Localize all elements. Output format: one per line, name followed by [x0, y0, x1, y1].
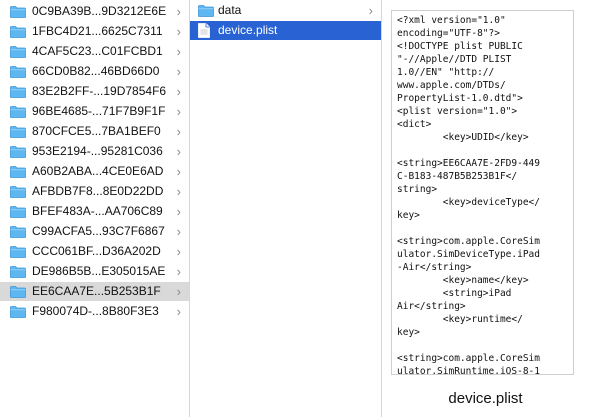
chevron-right-icon: ›	[176, 44, 181, 59]
folder-item-data[interactable]: data ›	[190, 1, 381, 20]
device-folder-item[interactable]: AFBDB7F8...8E0D22DD ›	[0, 182, 189, 201]
device-folder-item[interactable]: 0C9BA39B...9D3212E6E ›	[0, 2, 189, 21]
device-folder-label: C99ACFA5...93C7F6867	[32, 224, 165, 238]
document-icon	[198, 23, 210, 38]
folder-icon	[198, 4, 214, 17]
chevron-right-icon: ›	[176, 144, 181, 159]
folder-icon	[10, 245, 26, 258]
chevron-right-icon: ›	[176, 204, 181, 219]
item-label: data	[218, 3, 242, 17]
chevron-right-icon: ›	[176, 184, 181, 199]
chevron-right-icon: ›	[176, 4, 181, 19]
device-folders-column[interactable]: 0C9BA39B...9D3212E6E › 1FBC4D21...6625C731…	[0, 0, 190, 417]
folder-icon	[10, 205, 26, 218]
device-folder-item[interactable]: EE6CAA7E...5B253B1F ›	[0, 282, 189, 301]
folder-icon	[10, 105, 26, 118]
folder-icon	[10, 265, 26, 278]
device-folder-item[interactable]: C99ACFA5...93C7F6867 ›	[0, 222, 189, 241]
device-folder-label: AFBDB7F8...8E0D22DD	[32, 184, 164, 198]
chevron-right-icon: ›	[176, 244, 181, 259]
device-folder-label: 0C9BA39B...9D3212E6E	[32, 4, 167, 18]
folder-icon	[10, 65, 26, 78]
device-folder-label: 953E2194-...95281C036	[32, 144, 163, 158]
chevron-right-icon: ›	[368, 3, 373, 18]
folder-icon	[10, 305, 26, 318]
chevron-right-icon: ›	[176, 104, 181, 119]
item-label: device.plist	[218, 23, 278, 37]
folder-icon	[10, 185, 26, 198]
chevron-right-icon: ›	[176, 164, 181, 179]
device-folder-item[interactable]: 66CD0B82...46BD66D0 ›	[0, 62, 189, 81]
device-folder-item[interactable]: DE986B5B...E305015AE ›	[0, 262, 189, 281]
device-folder-label: CCC061BF...D36A202D	[32, 244, 161, 258]
device-folder-item[interactable]: 83E2B2FF-...19D7854F6 ›	[0, 82, 189, 101]
folder-icon	[10, 165, 26, 178]
device-folder-label: EE6CAA7E...5B253B1F	[32, 284, 161, 298]
device-folder-item[interactable]: CCC061BF...D36A202D ›	[0, 242, 189, 261]
chevron-right-icon: ›	[176, 284, 181, 299]
device-folder-item[interactable]: 96BE4685-...71F7B9F1F ›	[0, 102, 189, 121]
device-folder-label: 4CAF5C23...C01FCBD1	[32, 44, 163, 58]
device-folder-label: 66CD0B82...46BD66D0	[32, 64, 160, 78]
chevron-right-icon: ›	[176, 24, 181, 39]
chevron-right-icon: ›	[176, 304, 181, 319]
device-folder-item[interactable]: A60B2ABA...4CE0E6AD ›	[0, 162, 189, 181]
file-preview[interactable]: <?xml version="1.0" encoding="UTF-8"?> <…	[391, 10, 574, 375]
preview-pane: <?xml version="1.0" encoding="UTF-8"?> <…	[382, 0, 589, 417]
device-folder-label: 83E2B2FF-...19D7854F6	[32, 84, 167, 98]
device-folder-label: DE986B5B...E305015AE	[32, 264, 166, 278]
plist-preview-text: <?xml version="1.0" encoding="UTF-8"?> <…	[397, 15, 540, 375]
folder-icon	[10, 85, 26, 98]
device-contents-column[interactable]: data › device.plist	[190, 0, 382, 417]
preview-filename: device.plist	[448, 390, 523, 407]
device-folder-item[interactable]: 953E2194-...95281C036 ›	[0, 142, 189, 161]
device-folder-item[interactable]: 870CFCE5...7BA1BEF0 ›	[0, 122, 189, 141]
device-folder-item[interactable]: BFEF483A-...AA706C89 ›	[0, 202, 189, 221]
folder-icon	[10, 145, 26, 158]
device-folder-item[interactable]: 4CAF5C23...C01FCBD1 ›	[0, 42, 189, 61]
device-folder-label: 870CFCE5...7BA1BEF0	[32, 124, 161, 138]
device-folder-label: 96BE4685-...71F7B9F1F	[32, 104, 166, 118]
chevron-right-icon: ›	[176, 124, 181, 139]
device-folder-label: 1FBC4D21...6625C7311	[32, 24, 163, 38]
folder-icon	[10, 125, 26, 138]
chevron-right-icon: ›	[176, 84, 181, 99]
folder-icon	[10, 285, 26, 298]
chevron-right-icon: ›	[176, 224, 181, 239]
folder-icon	[10, 45, 26, 58]
folder-icon	[10, 225, 26, 238]
device-folder-item[interactable]: F980074D-...8B80F3E3 ›	[0, 302, 189, 321]
file-item-device-plist[interactable]: device.plist	[190, 21, 381, 40]
folder-icon	[10, 5, 26, 18]
folder-icon	[10, 25, 26, 38]
device-folder-item[interactable]: 1FBC4D21...6625C7311 ›	[0, 22, 189, 41]
chevron-right-icon: ›	[176, 264, 181, 279]
device-folder-label: A60B2ABA...4CE0E6AD	[32, 164, 164, 178]
device-folder-label: BFEF483A-...AA706C89	[32, 204, 163, 218]
chevron-right-icon: ›	[176, 64, 181, 79]
device-folder-label: F980074D-...8B80F3E3	[32, 304, 159, 318]
